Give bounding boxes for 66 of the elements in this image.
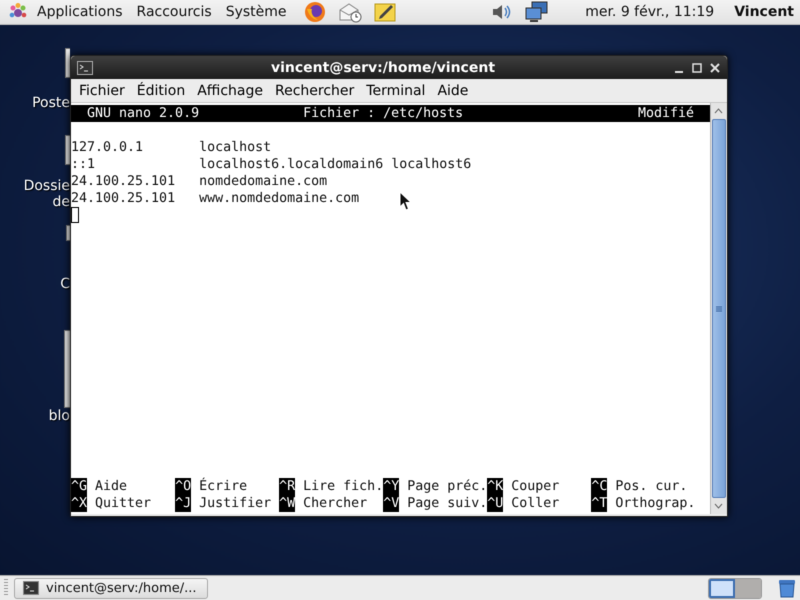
shortcut-label: Justifier bbox=[199, 495, 272, 512]
firefox-icon[interactable] bbox=[304, 1, 326, 23]
ip-address: 127.0.0.1 bbox=[71, 139, 144, 156]
trash-icon[interactable] bbox=[778, 578, 796, 598]
desktop-icon-label[interactable]: de bbox=[52, 194, 70, 210]
menu-item[interactable]: Affichage bbox=[191, 82, 269, 98]
shortcut-key: ^Y bbox=[383, 478, 400, 495]
mail-clock-icon[interactable] bbox=[338, 1, 362, 23]
menu-item[interactable]: Édition bbox=[130, 82, 192, 98]
workspace-switcher-cell[interactable] bbox=[735, 578, 761, 598]
panel-menu[interactable]: Applications bbox=[30, 4, 130, 20]
shortcut-key: ^G bbox=[71, 478, 88, 495]
host-names: nomdedomaine.com bbox=[199, 173, 328, 190]
scrollbar-thumb[interactable] bbox=[712, 119, 726, 498]
shortcut-key: ^J bbox=[175, 495, 192, 512]
shortcut-key: ^V bbox=[383, 495, 400, 512]
ip-address: 24.100.25.101 bbox=[71, 190, 176, 207]
network-icon[interactable] bbox=[525, 1, 550, 23]
shortcut-label: Pos. cur. bbox=[615, 478, 688, 495]
shortcut-key: ^T bbox=[591, 495, 608, 512]
terminal-icon bbox=[23, 581, 39, 595]
mouse-pointer-icon bbox=[399, 191, 412, 211]
shortcut-label: Page suiv. bbox=[407, 495, 488, 512]
menu-item[interactable]: Rechercher bbox=[268, 82, 360, 98]
shortcut-label: Coller bbox=[511, 495, 560, 512]
shortcut-label: Lire fich. bbox=[303, 478, 384, 495]
shortcut-key: ^X bbox=[71, 495, 88, 512]
terminal-icon[interactable] bbox=[77, 60, 93, 74]
shortcut-label: Page préc. bbox=[407, 478, 488, 495]
panel-menu[interactable]: Système bbox=[218, 4, 294, 20]
menu-item[interactable]: Terminal bbox=[360, 82, 432, 98]
clock[interactable]: mer. 9 févr., 11:19 bbox=[585, 4, 714, 20]
desktop-icon-label[interactable]: Poste bbox=[32, 95, 70, 111]
shortcut-key: ^U bbox=[487, 495, 504, 512]
ip-address: ::1 bbox=[71, 156, 96, 173]
shortcut-key: ^C bbox=[591, 478, 608, 495]
desktop-icon-label[interactable]: C bbox=[60, 276, 70, 292]
desktop-icon-label[interactable]: blo bbox=[48, 408, 70, 424]
taskbar-window-button[interactable]: vincent@serv:/home/... bbox=[14, 578, 208, 598]
shortcut-label: Écrire bbox=[199, 478, 248, 495]
shortcut-label: Quitter bbox=[95, 495, 152, 512]
shortcut-label: Aide bbox=[95, 478, 128, 495]
host-names: localhost bbox=[199, 139, 272, 156]
shortcut-label: Orthograp. bbox=[615, 495, 696, 512]
host-names: localhost6.localdomain6 localhost6 bbox=[199, 156, 472, 173]
menu-item[interactable]: Fichier bbox=[73, 82, 131, 98]
shortcut-label: Couper bbox=[511, 478, 560, 495]
close-icon[interactable] bbox=[709, 62, 721, 74]
workspace-switcher-cell[interactable] bbox=[709, 578, 735, 598]
shortcut-key: ^W bbox=[279, 495, 296, 512]
modified-status: Modifié bbox=[638, 105, 694, 122]
note-pencil-icon[interactable] bbox=[374, 1, 396, 23]
nano-version: GNU nano 2.0.9 bbox=[87, 105, 200, 122]
shortcut-label: Chercher bbox=[303, 495, 368, 512]
shortcut-key: ^R bbox=[279, 478, 296, 495]
panel-menu[interactable]: Raccourcis bbox=[130, 4, 219, 20]
desktop-icon-label[interactable]: Dossie bbox=[24, 178, 70, 194]
menu-item[interactable]: Aide bbox=[431, 82, 474, 98]
user-name[interactable]: Vincent bbox=[734, 4, 794, 20]
shortcut-key: ^K bbox=[487, 478, 504, 495]
shortcut-key: ^O bbox=[175, 478, 192, 495]
maximize-icon[interactable] bbox=[691, 62, 703, 74]
ip-address: 24.100.25.101 bbox=[71, 173, 176, 190]
host-names: www.nomdedomaine.com bbox=[199, 190, 360, 207]
window-title: vincent@serv:/home/vincent bbox=[270, 60, 496, 76]
file-name: Fichier : /etc/hosts bbox=[303, 105, 464, 122]
